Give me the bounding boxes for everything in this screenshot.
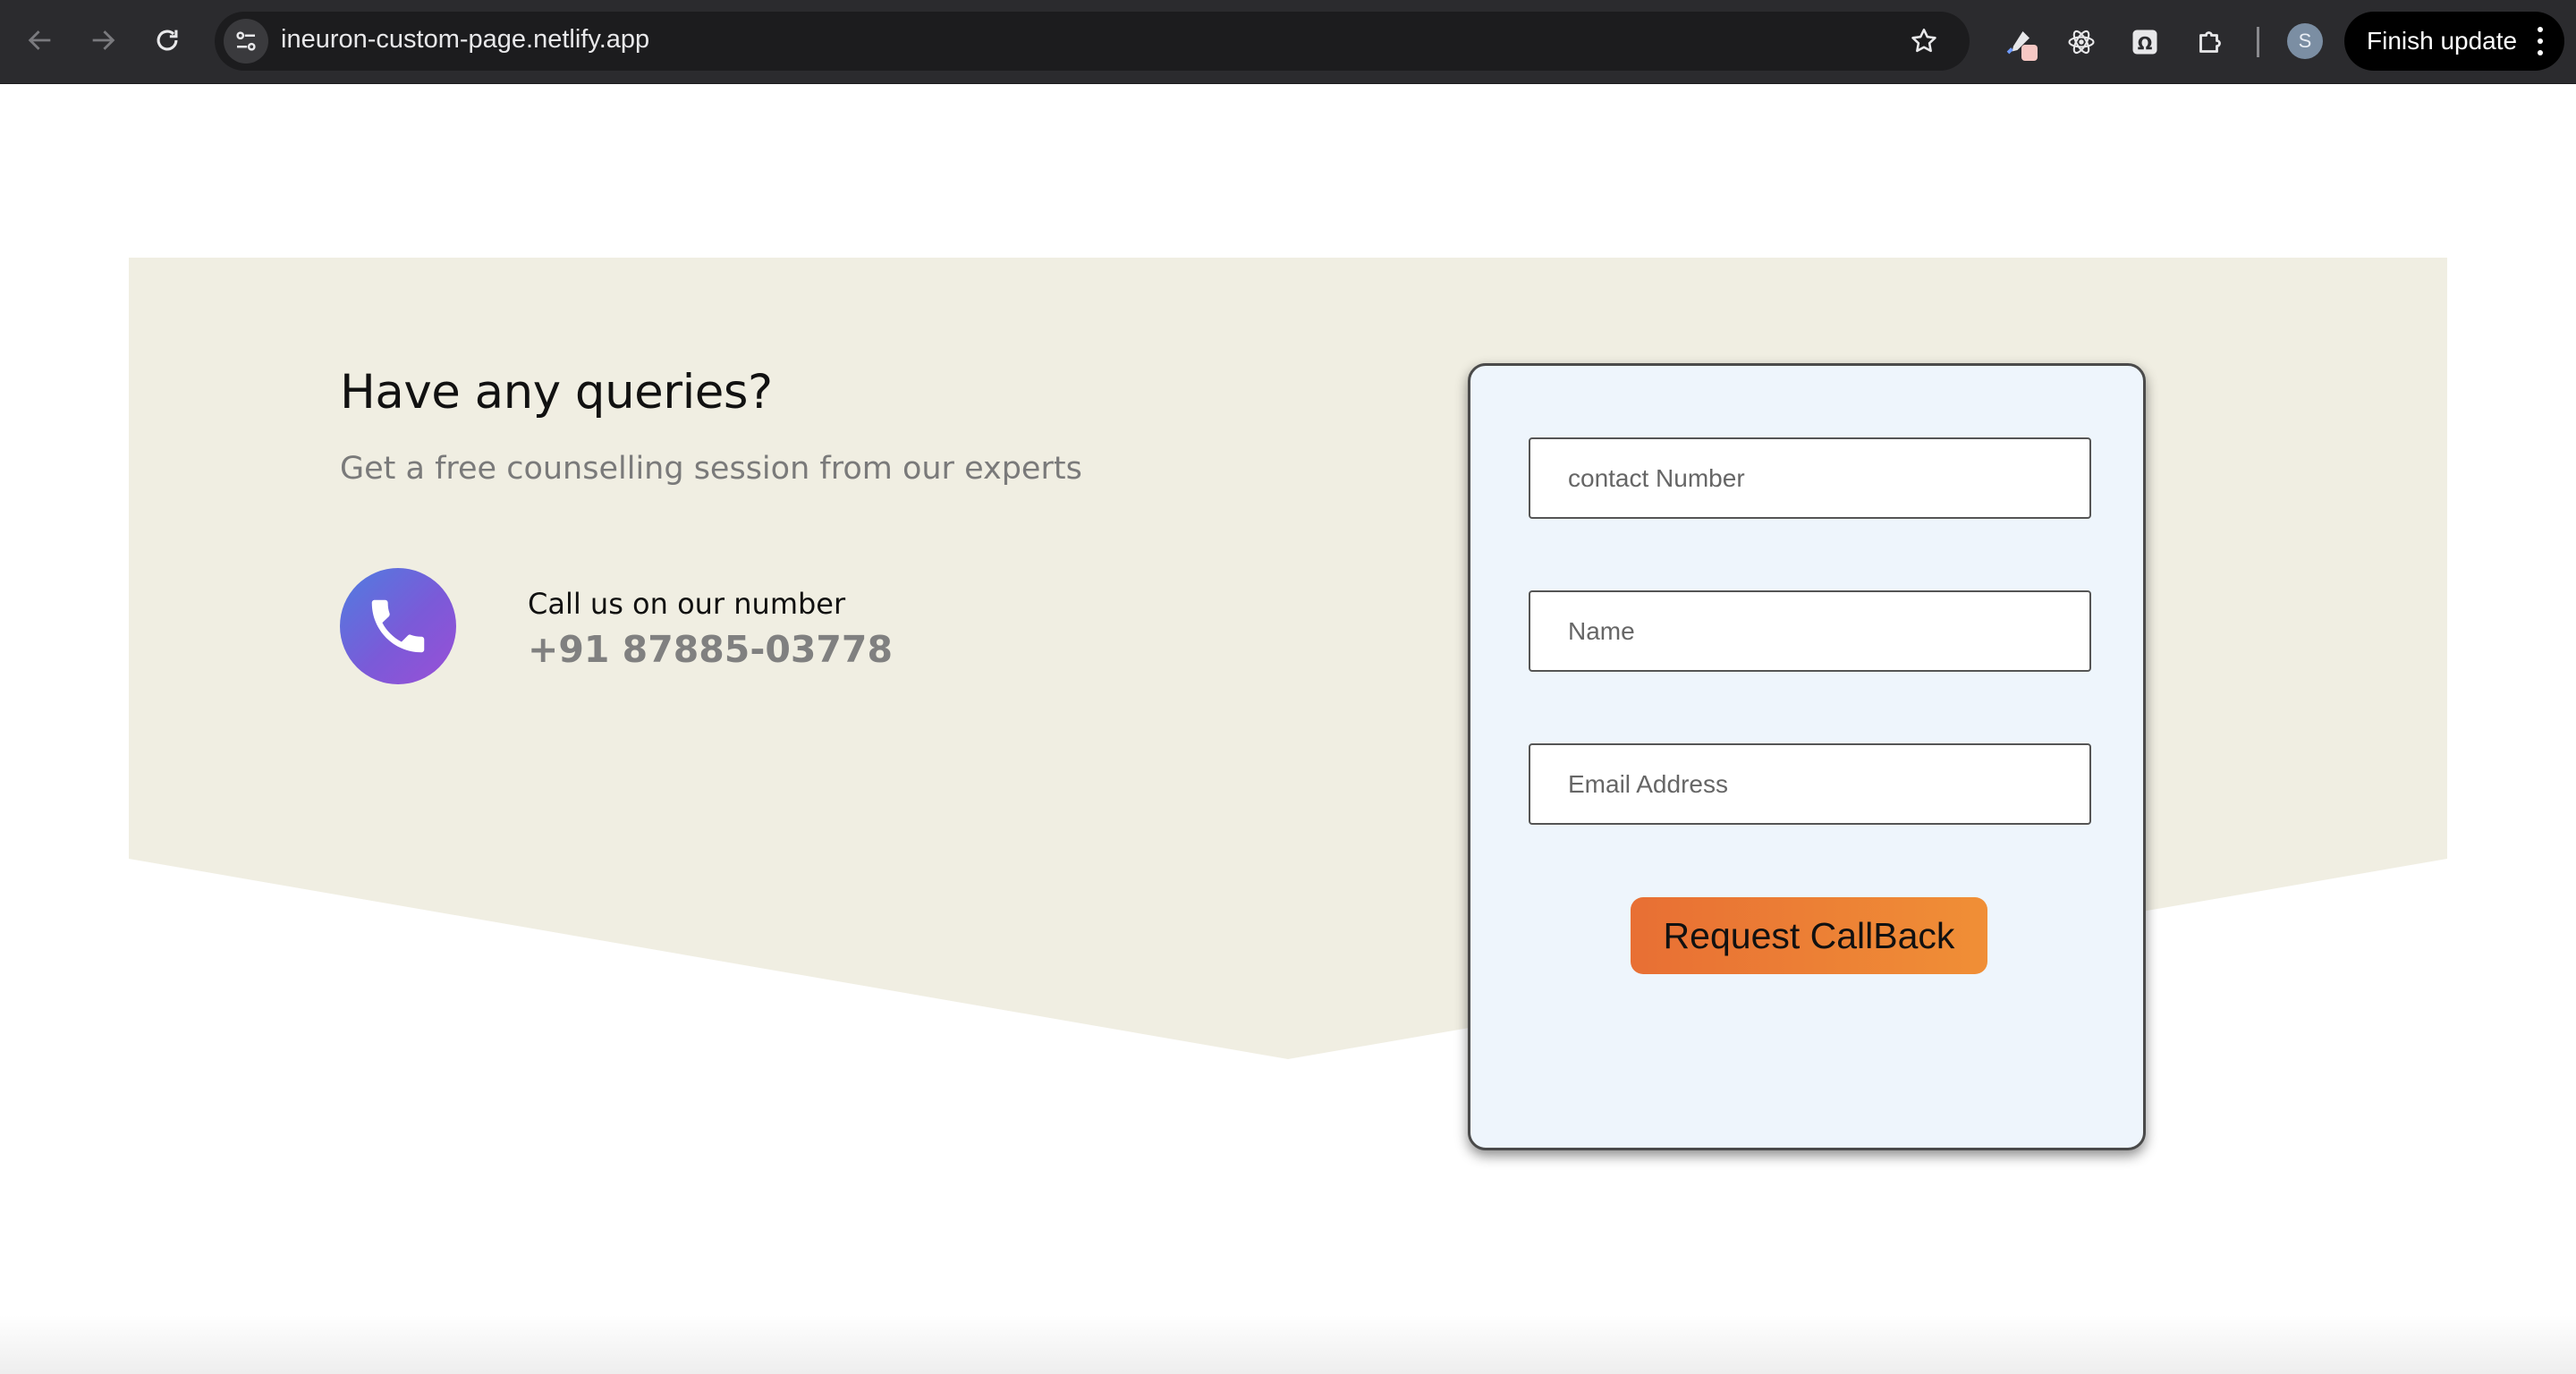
request-callback-button[interactable]: Request CallBack	[1631, 897, 1987, 974]
kebab-menu-icon[interactable]	[2536, 27, 2545, 55]
queries-section-background	[129, 258, 2447, 1059]
profile-avatar[interactable]: S	[2287, 23, 2323, 59]
extension-badge	[2021, 45, 2038, 61]
back-arrow-icon	[28, 30, 51, 50]
svg-text:Ω: Ω	[2138, 33, 2153, 54]
puzzle-piece-icon	[2199, 31, 2221, 53]
forward-arrow-icon	[92, 30, 115, 50]
name-input[interactable]	[1529, 590, 2091, 672]
profile-initial: S	[2298, 30, 2312, 52]
email-input[interactable]	[1529, 743, 2091, 825]
page-title: Have any queries?	[340, 365, 773, 420]
phone-number: +91 87885-03778	[528, 628, 893, 671]
phone-icon	[371, 599, 425, 653]
site-info-button[interactable]	[224, 19, 268, 64]
finish-update-label: Finish update	[2367, 27, 2518, 55]
bottom-shadow	[0, 1315, 2576, 1374]
finish-update-button[interactable]: Finish update	[2344, 12, 2564, 71]
reload-button[interactable]	[145, 18, 190, 63]
react-atom-icon	[2068, 30, 2095, 55]
extensions-menu-button[interactable]	[2188, 20, 2233, 64]
callback-form-card: Request CallBack	[1468, 363, 2146, 1150]
extension-omega[interactable]: Ω	[2123, 20, 2167, 64]
call-label: Call us on our number	[528, 587, 846, 621]
browser-toolbar: ineuron-custom-page.netlify.app Ω S Fini…	[0, 0, 2576, 84]
reload-icon	[157, 30, 178, 51]
phone-badge	[340, 568, 456, 684]
contact-number-input[interactable]	[1529, 437, 2091, 519]
forward-button[interactable]	[80, 18, 125, 63]
toolbar-divider	[2257, 27, 2259, 57]
star-icon	[1911, 28, 1936, 53]
address-bar[interactable]: ineuron-custom-page.netlify.app	[215, 12, 1970, 71]
site-settings-icon	[236, 31, 256, 51]
extension-react-devtools[interactable]	[2059, 20, 2104, 64]
extension-eyedropper[interactable]	[1996, 20, 2041, 64]
url-text[interactable]: ineuron-custom-page.netlify.app	[281, 25, 649, 55]
bookmark-button[interactable]	[1903, 21, 1945, 62]
omega-icon: Ω	[2132, 30, 2157, 55]
back-button[interactable]	[18, 18, 63, 63]
page-subtitle: Get a free counselling session from our …	[340, 451, 1082, 487]
